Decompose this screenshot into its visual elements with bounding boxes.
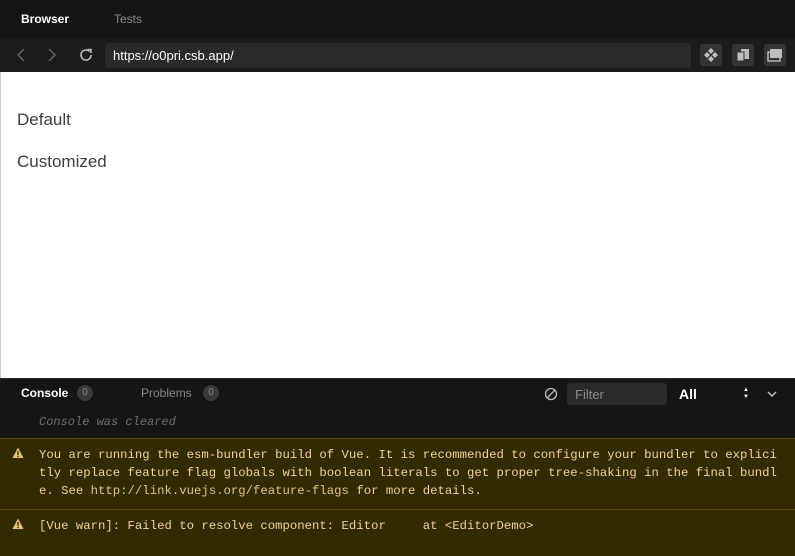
chevron-down-icon[interactable]	[765, 387, 779, 401]
browser-navbar: https://o0pri.csb.app/	[0, 38, 795, 72]
warning-link[interactable]: http://link.vuejs.org/feature-flags	[91, 484, 349, 498]
copy-icon	[736, 49, 749, 62]
chevron-left-icon	[16, 48, 25, 62]
forward-button[interactable]	[41, 44, 63, 66]
preview-viewport: Default Customized	[0, 72, 795, 378]
console-header: Console 0 Problems 0 All ▲▼	[0, 378, 795, 408]
tab-tests[interactable]: Tests	[114, 12, 142, 26]
chevron-right-icon	[48, 48, 57, 62]
heading-customized: Customized	[17, 152, 107, 171]
diamond-icon	[704, 48, 718, 62]
url-input[interactable]: https://o0pri.csb.app/	[105, 43, 691, 68]
warning-text-end: for more details.	[348, 484, 482, 498]
heading-default: Default	[17, 110, 71, 129]
reload-button[interactable]	[75, 44, 97, 66]
warning-triangle-icon	[12, 518, 24, 529]
console-warning: [Vue warn]: Failed to resolve component:…	[0, 509, 795, 556]
tab-problems[interactable]: Problems	[141, 386, 192, 400]
window-icon	[767, 49, 782, 62]
back-button[interactable]	[10, 44, 32, 66]
console-warning: You are running the esm-bundler build of…	[0, 438, 795, 509]
preview-tabbar: Browser Tests	[0, 0, 795, 38]
warning-message: [Vue warn]: Failed to resolve component:…	[39, 519, 534, 533]
filter-input[interactable]	[567, 383, 667, 405]
tab-browser[interactable]: Browser	[21, 12, 69, 26]
problems-count-badge: 0	[203, 385, 219, 401]
tab-console[interactable]: Console	[21, 386, 68, 400]
open-new-window-button[interactable]	[732, 44, 754, 66]
console-cleared-message: Console was cleared	[0, 408, 795, 438]
console-count-badge: 0	[77, 385, 93, 401]
select-arrows-icon: ▲ ▼	[743, 387, 749, 400]
fullscreen-button[interactable]	[764, 44, 786, 66]
clear-console-icon[interactable]	[544, 387, 558, 401]
warning-triangle-icon	[12, 447, 24, 458]
reload-icon	[80, 48, 92, 61]
warning-message: You are running the esm-bundler build of…	[39, 446, 784, 500]
log-level-value: All	[679, 386, 697, 402]
devtools-button[interactable]	[700, 44, 722, 66]
log-level-select[interactable]: All ▲ ▼	[673, 383, 755, 405]
